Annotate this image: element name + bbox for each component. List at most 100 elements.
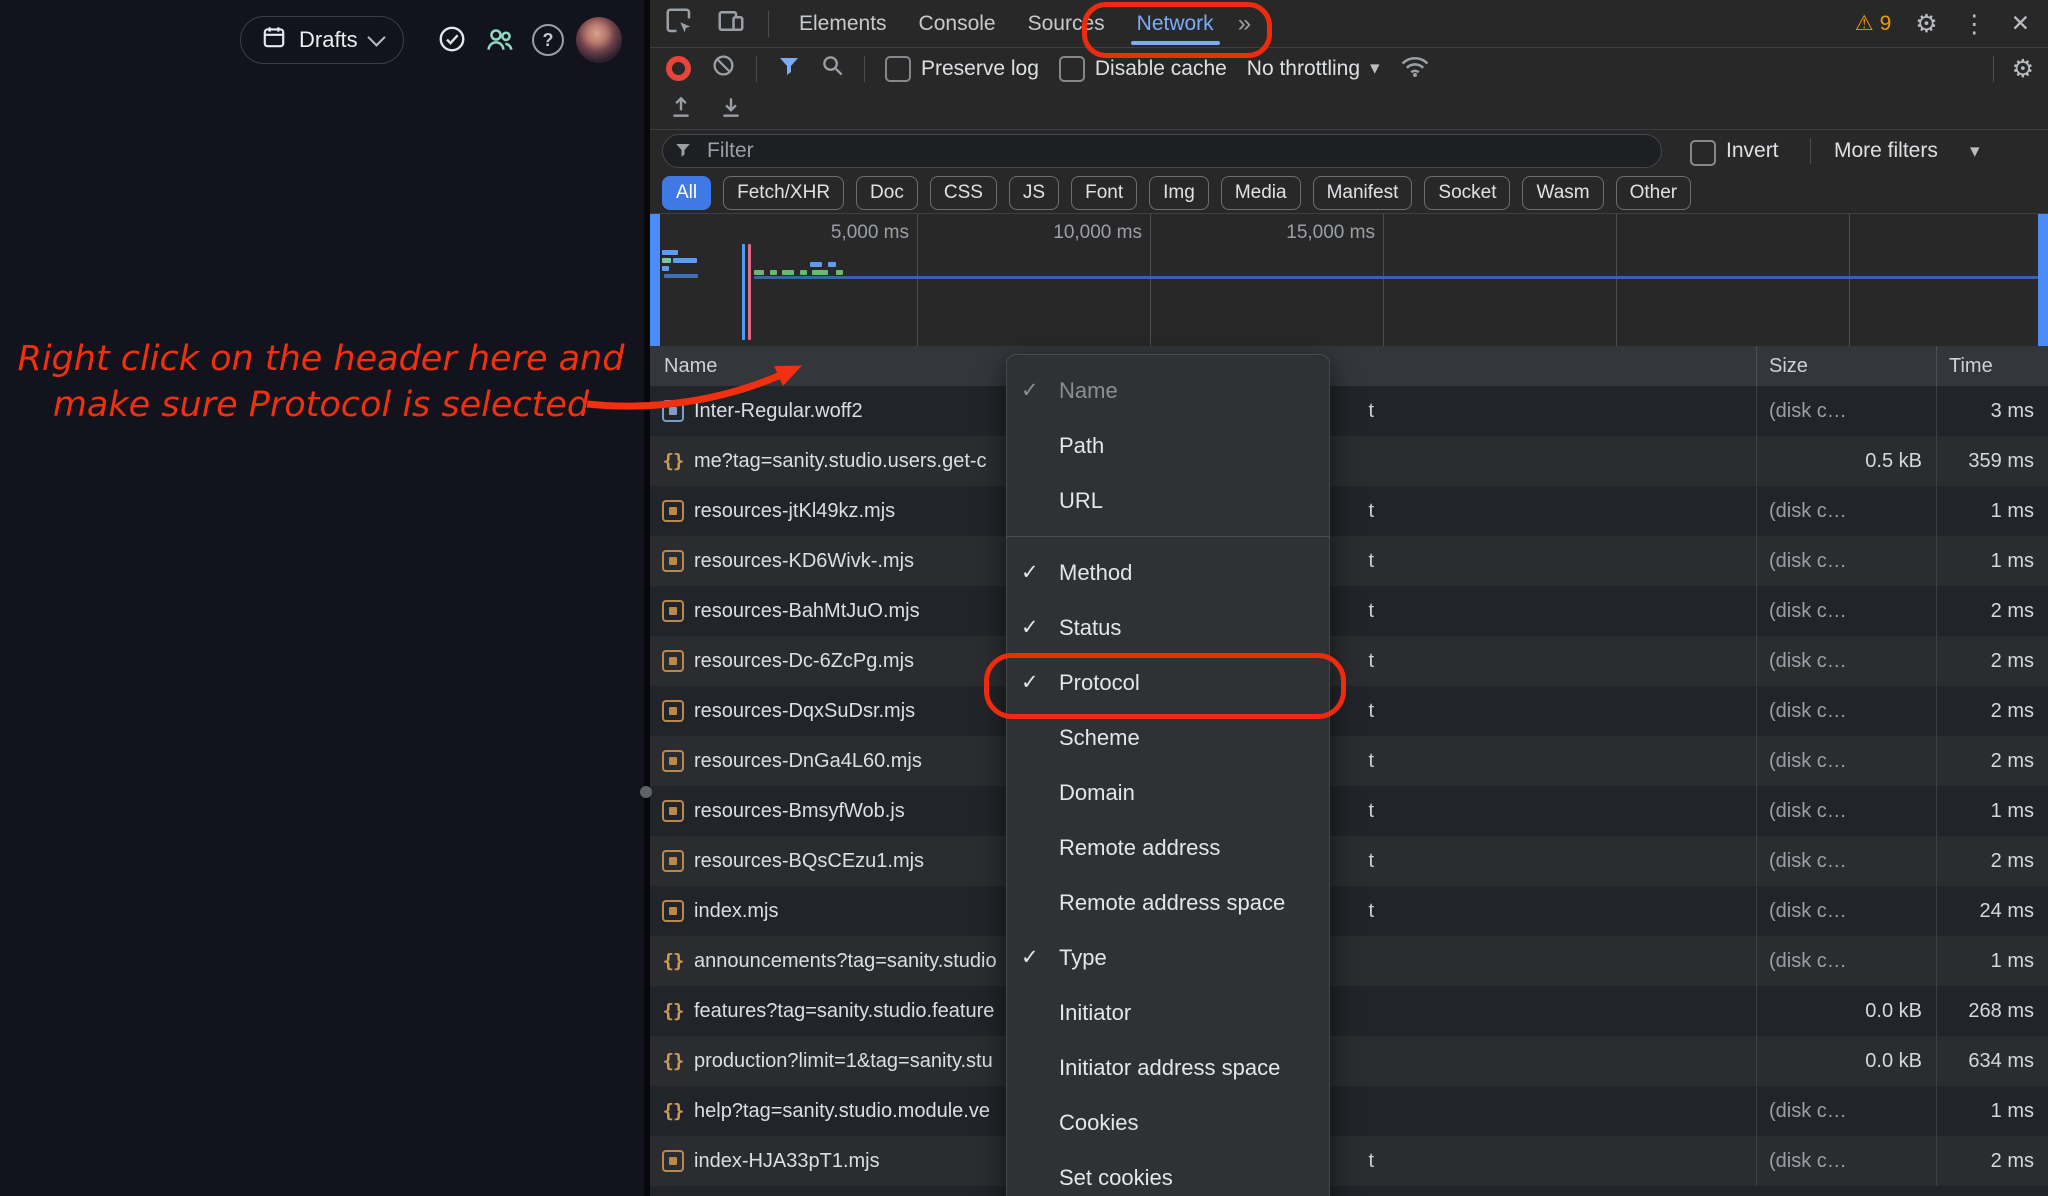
column-header-size[interactable]: Size xyxy=(1756,346,1936,386)
help-button[interactable]: ? xyxy=(532,24,564,56)
settings-gear-icon[interactable]: ⚙ xyxy=(1915,9,1937,39)
filter-chip-socket[interactable]: Socket xyxy=(1424,176,1510,210)
close-icon[interactable]: ✕ xyxy=(2011,10,2030,37)
preserve-log-checkbox[interactable]: Preserve log xyxy=(885,56,1039,82)
menu-item-label: Domain xyxy=(1059,780,1135,806)
request-name: resources-DqxSuDsr.mjs xyxy=(694,700,915,723)
checkbox-icon xyxy=(885,56,911,82)
filter-chip-media[interactable]: Media xyxy=(1221,176,1301,210)
table-row[interactable]: resources-DqxSuDsr.mjst(disk c…2 ms xyxy=(650,686,2048,736)
search-icon[interactable] xyxy=(821,54,844,83)
menu-item-remote-address-space[interactable]: Remote address space xyxy=(1007,875,1329,930)
device-toolbar-icon[interactable] xyxy=(716,6,746,41)
table-row[interactable]: Inter-Regular.woff2t(disk c…3 ms xyxy=(650,386,2048,436)
throttling-dropdown[interactable]: No throttling ▾ xyxy=(1247,57,1380,81)
filter-chip-img[interactable]: Img xyxy=(1149,176,1209,210)
request-name: me?tag=sanity.studio.users.get-c xyxy=(694,450,987,473)
tab-network[interactable]: Network xyxy=(1121,0,1230,47)
publish-check-button[interactable] xyxy=(437,24,467,54)
invert-checkbox[interactable] xyxy=(1690,140,1716,166)
script-file-icon xyxy=(662,800,684,822)
overview-right-handle[interactable] xyxy=(2038,214,2048,346)
tab-console[interactable]: Console xyxy=(903,0,1012,47)
avatar[interactable] xyxy=(576,17,622,63)
menu-item-type[interactable]: ✓Type xyxy=(1007,930,1329,985)
filter-chip-all[interactable]: All xyxy=(662,176,711,210)
menu-item-initiator-address-space[interactable]: Initiator address space xyxy=(1007,1040,1329,1095)
menu-item-method[interactable]: ✓Method xyxy=(1007,545,1329,600)
table-row[interactable]: resources-KD6Wivk-.mjst(disk c…1 ms xyxy=(650,536,2048,586)
filter-chip-font[interactable]: Font xyxy=(1071,176,1137,210)
request-name: resources-jtKl49kz.mjs xyxy=(694,500,895,523)
table-row[interactable]: {}features?tag=sanity.studio.feature0.0 … xyxy=(650,986,2048,1036)
table-row[interactable]: {}production?limit=1&tag=sanity.stu0.0 k… xyxy=(650,1036,2048,1086)
fetch-file-icon: {} xyxy=(662,1000,684,1022)
menu-item-remote-address[interactable]: Remote address xyxy=(1007,820,1329,875)
inspect-element-icon[interactable] xyxy=(664,6,694,41)
tab-elements[interactable]: Elements xyxy=(783,0,903,47)
menu-item-set-cookies[interactable]: Set cookies xyxy=(1007,1150,1329,1196)
menu-item-path[interactable]: Path xyxy=(1007,418,1329,473)
caret-down-icon: ▾ xyxy=(1370,57,1380,80)
checkmark-icon: ✓ xyxy=(1007,615,1059,640)
menu-item-initiator[interactable]: Initiator xyxy=(1007,985,1329,1040)
request-size-cell: 0.0 kB xyxy=(1756,1036,1936,1086)
filter-chip-js[interactable]: JS xyxy=(1009,176,1059,210)
studio-app-panel: Drafts ? xyxy=(0,0,644,1196)
export-har-icon[interactable] xyxy=(718,94,744,125)
filter-chip-doc[interactable]: Doc xyxy=(856,176,918,210)
filter-chip-other[interactable]: Other xyxy=(1616,176,1692,210)
menu-item-domain[interactable]: Domain xyxy=(1007,765,1329,820)
overflow-menu-icon[interactable]: ⋮ xyxy=(1962,9,1987,39)
annotation-arrow xyxy=(575,352,815,422)
filter-chip-fetch-xhr[interactable]: Fetch/XHR xyxy=(723,176,844,210)
disable-cache-checkbox[interactable]: Disable cache xyxy=(1059,56,1227,82)
requests-table-header[interactable]: Name Size Time xyxy=(650,346,2048,387)
request-size-cell: (disk c… xyxy=(1756,936,1936,986)
more-tabs-icon[interactable]: » xyxy=(1230,10,1259,38)
table-row[interactable]: index-HJA33pT1.mjst(disk c…2 ms xyxy=(650,1136,2048,1186)
request-name: resources-Dc-6ZcPg.mjs xyxy=(694,650,914,673)
menu-item-protocol[interactable]: ✓Protocol xyxy=(1007,655,1329,710)
network-conditions-icon[interactable] xyxy=(1400,53,1430,85)
filter-chip-wasm[interactable]: Wasm xyxy=(1522,176,1603,210)
warning-counter[interactable]: ⚠ 9 xyxy=(1855,11,1892,36)
network-overview[interactable]: 5,000 ms10,000 ms15,000 ms xyxy=(650,214,2048,347)
drafts-label: Drafts xyxy=(299,27,358,53)
resize-handle[interactable] xyxy=(640,786,652,798)
menu-item-url[interactable]: URL xyxy=(1007,473,1329,528)
import-har-icon[interactable] xyxy=(668,94,694,125)
table-row[interactable]: resources-BahMtJuO.mjst(disk c…2 ms xyxy=(650,586,2048,636)
menu-item-name[interactable]: ✓Name xyxy=(1007,363,1329,418)
table-row[interactable]: resources-DnGa4L60.mjst(disk c…2 ms xyxy=(650,736,2048,786)
table-row[interactable]: index.mjst(disk c…24 ms xyxy=(650,886,2048,936)
filter-chip-manifest[interactable]: Manifest xyxy=(1313,176,1413,210)
timeline-gridline xyxy=(1150,214,1151,346)
menu-item-status[interactable]: ✓Status xyxy=(1007,600,1329,655)
table-row[interactable]: resources-BQsCEzu1.mjst(disk c…2 ms xyxy=(650,836,2048,886)
drafts-dropdown[interactable]: Drafts xyxy=(240,16,404,64)
table-row[interactable]: resources-Dc-6ZcPg.mjst(disk c…2 ms xyxy=(650,636,2048,686)
record-button[interactable] xyxy=(666,56,691,81)
caret-down-icon: ▾ xyxy=(1970,140,1980,163)
request-time-cell: 268 ms xyxy=(1936,986,2048,1036)
tab-sources[interactable]: Sources xyxy=(1012,0,1121,47)
filter-funnel-icon[interactable] xyxy=(777,54,801,84)
request-time-cell: 359 ms xyxy=(1936,436,2048,486)
menu-item-scheme[interactable]: Scheme xyxy=(1007,710,1329,765)
table-row[interactable]: {}help?tag=sanity.studio.module.ve(disk … xyxy=(650,1086,2048,1136)
table-row[interactable]: resources-jtKl49kz.mjst(disk c…1 ms xyxy=(650,486,2048,536)
filter-input[interactable] xyxy=(662,134,1662,168)
help-icon: ? xyxy=(532,24,564,56)
table-row[interactable]: {}me?tag=sanity.studio.users.get-c0.5 kB… xyxy=(650,436,2048,486)
column-header-time[interactable]: Time xyxy=(1936,346,2048,386)
overview-left-handle[interactable] xyxy=(650,214,660,346)
collaborators-button[interactable] xyxy=(484,24,516,54)
clear-icon[interactable] xyxy=(711,53,736,84)
menu-item-cookies[interactable]: Cookies xyxy=(1007,1095,1329,1150)
network-settings-gear-icon[interactable]: ⚙ xyxy=(2012,54,2034,84)
table-row[interactable]: {}announcements?tag=sanity.studio(disk c… xyxy=(650,936,2048,986)
filter-chip-css[interactable]: CSS xyxy=(930,176,997,210)
table-row[interactable]: resources-BmsyfWob.jst(disk c…1 ms xyxy=(650,786,2048,836)
more-filters-dropdown[interactable]: More filters xyxy=(1834,139,1938,163)
